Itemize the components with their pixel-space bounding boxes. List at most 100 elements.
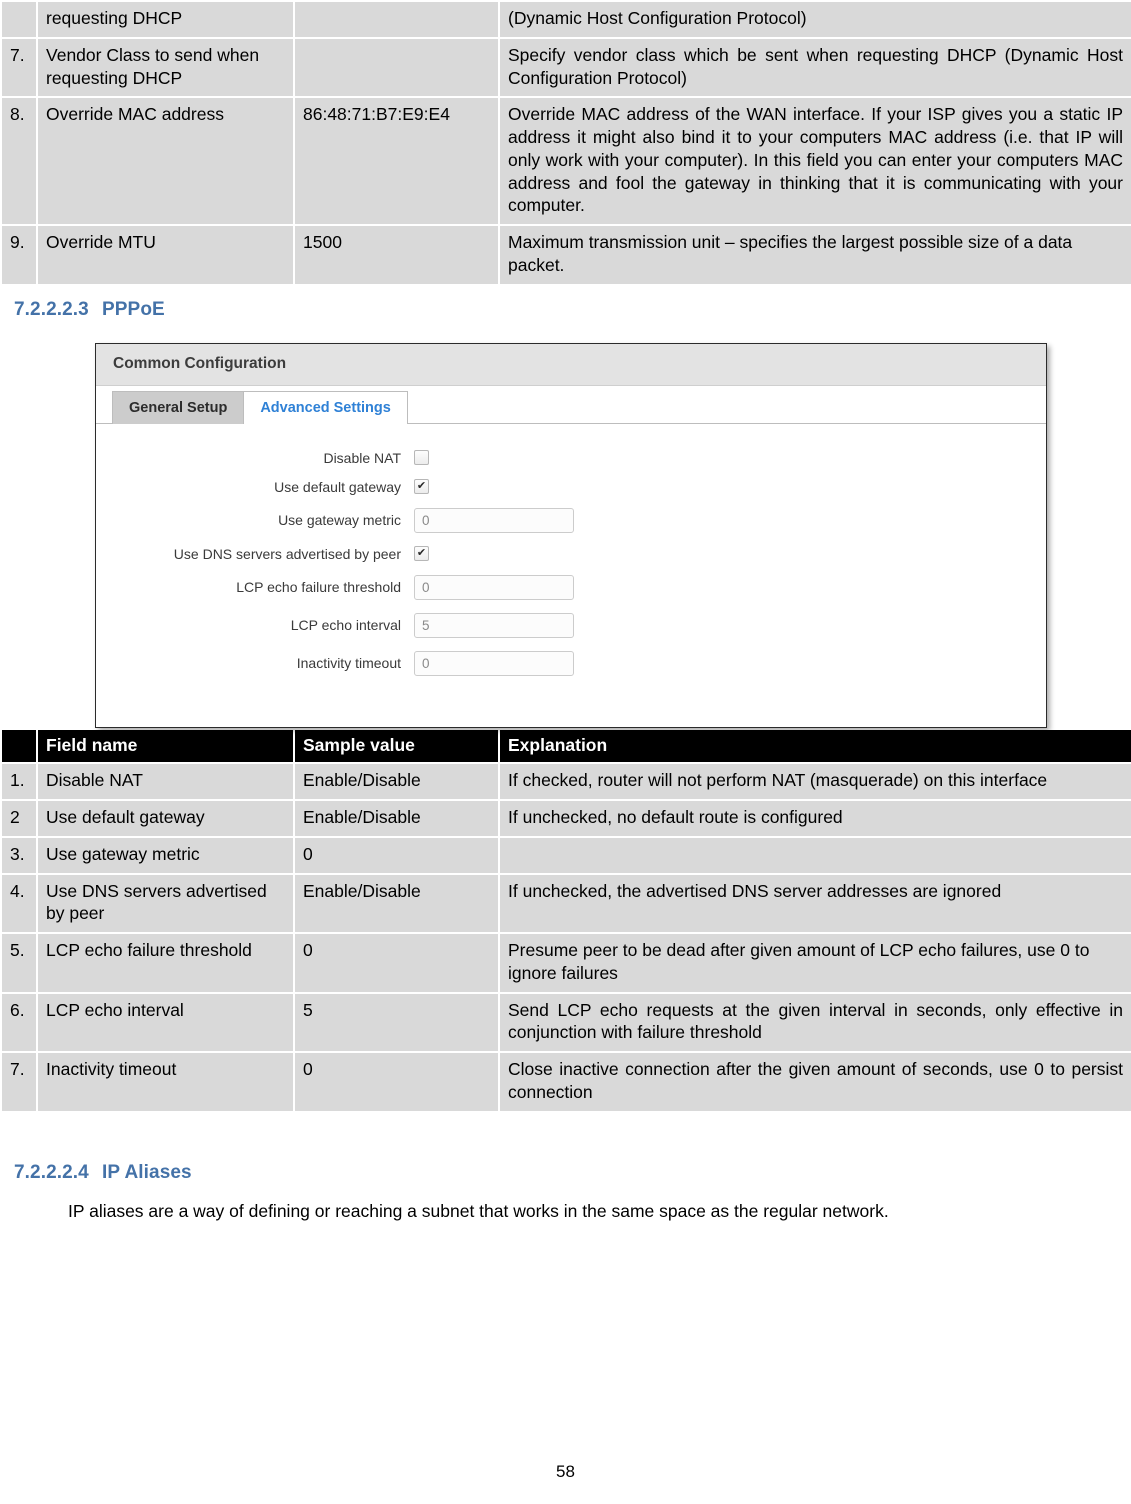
row-number [0, 0, 38, 39]
row-sample-value: 0 [293, 932, 500, 994]
header-explanation: Explanation [498, 727, 1131, 765]
control-lcp-echo-interval: 5 [414, 612, 574, 638]
row-sample-value: 0 [293, 1051, 500, 1113]
table-row: requesting DHCP (Dynamic Host Configurat… [0, 0, 1131, 39]
row-explanation: Override MAC address of the WAN interfac… [498, 96, 1131, 226]
label-inactivity-timeout: Inactivity timeout [296, 655, 401, 671]
row-field-name: Inactivity timeout [36, 1051, 295, 1113]
section-number: 7.2.2.2.3 [14, 298, 89, 320]
row-sample-value: Enable/Disable [293, 872, 500, 934]
table-row: 1. Disable NAT Enable/Disable If checked… [0, 762, 1131, 801]
form-row-lcp-echo-interval: LCP echo interval 5 [96, 612, 1046, 638]
table-header: Field name Sample value Explanation [0, 727, 1131, 765]
header-number [0, 727, 38, 765]
table-row: 4. Use DNS servers advertised by peer En… [0, 872, 1131, 934]
input-lcp-echo-failure-threshold[interactable]: 0 [414, 574, 574, 600]
row-explanation: If checked, router will not perform NAT … [498, 762, 1131, 801]
label-use-default-gateway: Use default gateway [274, 478, 401, 495]
control-disable-nat [414, 450, 429, 465]
input-use-gateway-metric[interactable]: 0 [414, 507, 574, 533]
row-explanation: Close inactive connection after the give… [498, 1051, 1131, 1113]
config-panel: Common Configuration General Setup Advan… [95, 342, 1047, 728]
tab-bar: General Setup Advanced Settings [96, 385, 1046, 424]
label-disable-nat: Disable NAT [323, 449, 401, 466]
row-field-name: Use DNS servers advertised by peer [36, 872, 295, 934]
checkbox-disable-nat[interactable] [414, 450, 429, 465]
input-lcp-echo-interval[interactable]: 5 [414, 612, 574, 638]
label-lcp-echo-failure-threshold: LCP echo failure threshold [236, 579, 401, 595]
form-row-use-default-gateway: Use default gateway [96, 479, 1046, 495]
control-lcp-echo-failure-threshold: 0 [414, 574, 574, 600]
row-explanation: Maximum transmission unit – specifies th… [498, 224, 1131, 286]
tab-advanced-settings[interactable]: Advanced Settings [244, 390, 408, 424]
row-number: 7. [0, 1051, 38, 1113]
label-use-gateway-metric: Use gateway metric [278, 512, 401, 528]
label-lcp-echo-interval: LCP echo interval [290, 617, 401, 633]
row-number: 9. [0, 224, 38, 286]
table-row: 5. LCP echo failure threshold 0 Presume … [0, 932, 1131, 994]
row-number: 7. [0, 36, 38, 99]
ip-aliases-paragraph: IP aliases are a way of defining or reac… [68, 1200, 889, 1221]
table-row: 2 Use default gateway Enable/Disable If … [0, 799, 1131, 838]
row-sample-value [293, 0, 500, 39]
row-field-name: LCP echo failure threshold [36, 932, 295, 994]
page-number: 58 [556, 1462, 575, 1481]
table-row: 6. LCP echo interval 5 Send LCP echo req… [0, 991, 1131, 1053]
form-row-lcp-echo-failure-threshold: LCP echo failure threshold 0 [96, 574, 1046, 600]
control-inactivity-timeout: 0 [414, 650, 574, 676]
row-number: 3. [0, 835, 38, 875]
pppoe-advanced-settings-table: Field name Sample value Explanation 1. D… [0, 727, 1131, 1113]
checkbox-use-dns-servers[interactable] [414, 546, 429, 561]
table-row: 3. Use gateway metric 0 [0, 835, 1131, 875]
dhcp-options-table: requesting DHCP (Dynamic Host Configurat… [0, 0, 1131, 286]
row-explanation: If unchecked, the advertised DNS server … [498, 872, 1131, 934]
router-ui-screenshot: Common Configuration General Setup Advan… [95, 342, 1047, 728]
panel-title: Common Configuration [96, 343, 1046, 386]
row-field-name: Use gateway metric [36, 835, 295, 875]
section-number: 7.2.2.2.4 [14, 1161, 89, 1183]
row-sample-value: 5 [293, 991, 500, 1053]
row-explanation: If unchecked, no default route is config… [498, 799, 1131, 838]
row-number: 2 [0, 799, 38, 838]
table-body: 1. Disable NAT Enable/Disable If checked… [0, 762, 1131, 1113]
form-row-use-gateway-metric: Use gateway metric 0 [96, 507, 1046, 533]
row-field-name: Override MAC address [36, 96, 295, 226]
label-use-dns-servers: Use DNS servers advertised by peer [173, 545, 401, 562]
row-number: 6. [0, 991, 38, 1053]
row-explanation: Send LCP echo requests at the given inte… [498, 991, 1131, 1053]
table-row: 7. Inactivity timeout 0 Close inactive c… [0, 1051, 1131, 1113]
section-heading-pppoe: 7.2.2.2.3 PPPoE [14, 299, 1131, 321]
section-title: IP Aliases [102, 1161, 192, 1183]
input-inactivity-timeout[interactable]: 0 [414, 650, 574, 676]
row-field-name: Use default gateway [36, 799, 295, 838]
row-field-name: Override MTU [36, 224, 295, 286]
row-explanation: Specify vendor class which be sent when … [498, 36, 1131, 99]
tab-general-setup[interactable]: General Setup [112, 390, 245, 424]
header-sample-value: Sample value [293, 727, 500, 765]
section-heading-ip-aliases: 7.2.2.2.4 IP Aliases [14, 1162, 1131, 1184]
row-number: 4. [0, 872, 38, 934]
table-row: 8. Override MAC address 86:48:71:B7:E9:E… [0, 96, 1131, 226]
advanced-settings-form: Disable NAT Use default gateway Use gate… [96, 423, 1046, 688]
table-row: 7. Vendor Class to send when requesting … [0, 36, 1131, 99]
control-use-gateway-metric: 0 [414, 507, 574, 533]
row-explanation: Presume peer to be dead after given amou… [498, 932, 1131, 994]
row-sample-value: 1500 [293, 224, 500, 286]
row-sample-value: 86:48:71:B7:E9:E4 [293, 96, 500, 226]
form-row-inactivity-timeout: Inactivity timeout 0 [96, 650, 1046, 676]
table-header-row: Field name Sample value Explanation [0, 727, 1131, 765]
row-sample-value: Enable/Disable [293, 762, 500, 801]
table-body: requesting DHCP (Dynamic Host Configurat… [0, 0, 1131, 286]
row-field-name: LCP echo interval [36, 991, 295, 1053]
row-explanation [498, 835, 1131, 875]
row-field-name: requesting DHCP [36, 0, 295, 39]
table-row: 9. Override MTU 1500 Maximum transmissio… [0, 224, 1131, 286]
row-number: 8. [0, 96, 38, 226]
row-field-name: Vendor Class to send when requesting DHC… [36, 36, 295, 99]
checkbox-use-default-gateway[interactable] [414, 479, 429, 494]
row-number: 1. [0, 762, 38, 801]
header-field-name: Field name [36, 727, 295, 765]
row-sample-value: Enable/Disable [293, 799, 500, 838]
section-title: PPPoE [102, 298, 165, 320]
